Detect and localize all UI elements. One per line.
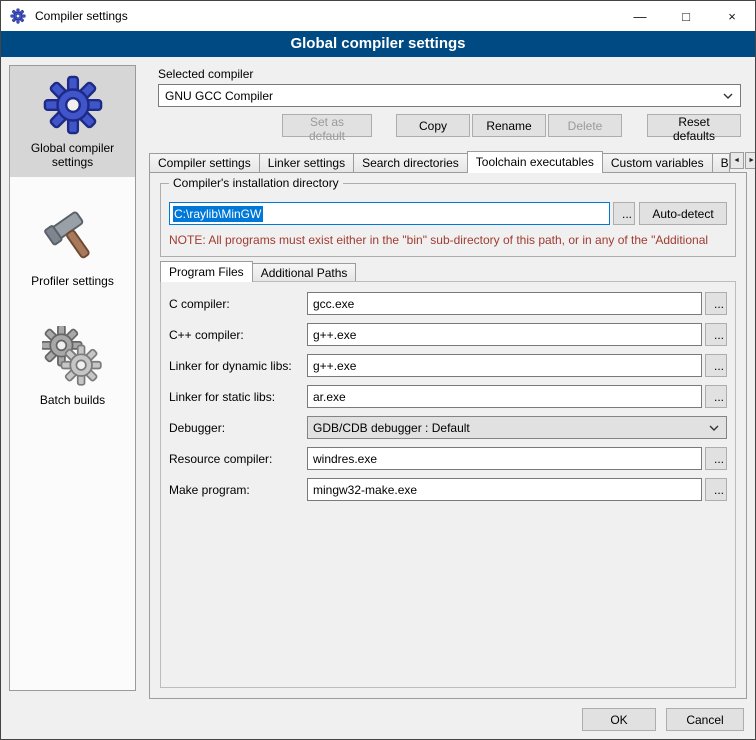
settings-notebook: Compiler settings Linker settings Search… (149, 150, 747, 699)
reset-defaults-button[interactable]: Reset defaults (647, 114, 741, 137)
dialog-header-title: Global compiler settings (1, 31, 755, 57)
tab-build-options[interactable]: Build options (712, 153, 730, 172)
field-value: g++.exe (313, 359, 356, 373)
window-title: Compiler settings (35, 9, 128, 23)
field-label: Linker for static libs: (169, 390, 307, 404)
tab-compiler-settings[interactable]: Compiler settings (149, 153, 260, 172)
programs-note: NOTE: All programs must exist either in … (169, 233, 734, 247)
linker-static-input[interactable]: ar.exe (307, 385, 702, 408)
browse-make-program-button[interactable]: ... (705, 478, 727, 501)
compiler-settings-dialog: Compiler settings — □ × Global compiler … (0, 0, 756, 740)
sidebar-item-label: Global compiler settings (12, 141, 133, 169)
field-value: g++.exe (313, 328, 356, 342)
hammer-icon (42, 207, 104, 269)
settings-category-list: Global compiler settings Profiler settin… (9, 65, 136, 691)
tab-toolchain-executables[interactable]: Toolchain executables (467, 151, 603, 173)
minimize-icon: — (634, 9, 647, 24)
gray-gears-icon (42, 326, 104, 388)
field-label: C++ compiler: (169, 328, 307, 342)
compiler-select[interactable]: GNU GCC Compiler (158, 84, 741, 107)
make-program-input[interactable]: mingw32-make.exe (307, 478, 702, 501)
sidebar-item-profiler-settings[interactable]: Profiler settings (10, 199, 135, 296)
left-arrow-icon: ◄ (733, 157, 740, 164)
app-icon (10, 8, 26, 24)
tab-scroll-right-button[interactable]: ► (745, 152, 756, 169)
field-value: mingw32-make.exe (313, 483, 417, 497)
field-row-make-program: Make program: mingw32-make.exe ... (169, 478, 727, 501)
compiler-select-value: GNU GCC Compiler (165, 89, 273, 103)
sidebar-item-global-compiler-settings[interactable]: Global compiler settings (10, 66, 135, 177)
sidebar-item-label: Batch builds (40, 393, 105, 407)
set-as-default-button: Set as default (282, 114, 372, 137)
sidebar-item-label: Profiler settings (31, 274, 114, 288)
field-row-cpp-compiler: C++ compiler: g++.exe ... (169, 323, 727, 346)
rename-button[interactable]: Rename (472, 114, 546, 137)
browse-install-dir-button[interactable]: ... (613, 202, 635, 225)
cancel-button[interactable]: Cancel (666, 708, 744, 731)
sidebar-item-batch-builds[interactable]: Batch builds (10, 318, 135, 415)
minimize-button[interactable]: — (617, 1, 663, 31)
field-label: C compiler: (169, 297, 307, 311)
copy-button[interactable]: Copy (396, 114, 470, 137)
field-label: Linker for dynamic libs: (169, 359, 307, 373)
program-files-page: C compiler: gcc.exe ... C++ compiler: g+… (160, 281, 736, 688)
delete-button: Delete (548, 114, 622, 137)
browse-c-compiler-button[interactable]: ... (705, 292, 727, 315)
field-row-resource-compiler: Resource compiler: windres.exe ... (169, 447, 727, 470)
dialog-footer: OK Cancel (582, 708, 744, 731)
toolchain-executables-page: Compiler's installation directory C:\ray… (149, 172, 747, 699)
ok-button[interactable]: OK (582, 708, 656, 731)
titlebar[interactable]: Compiler settings — □ × (1, 1, 755, 31)
right-arrow-icon: ► (748, 157, 755, 164)
tab-scroll-left-button[interactable]: ◄ (730, 152, 744, 169)
programs-notebook: Program Files Additional Paths C compile… (160, 260, 736, 688)
field-row-linker-static: Linker for static libs: ar.exe ... (169, 385, 727, 408)
tab-custom-variables[interactable]: Custom variables (602, 153, 713, 172)
field-row-debugger: Debugger: GDB/CDB debugger : Default (169, 416, 727, 439)
field-label: Resource compiler: (169, 452, 307, 466)
field-label: Debugger: (169, 421, 307, 435)
tab-additional-paths[interactable]: Additional Paths (252, 263, 357, 281)
installation-directory-input[interactable]: C:\raylib\MinGW (169, 202, 610, 225)
installation-directory-group: Compiler's installation directory C:\ray… (160, 183, 736, 257)
field-row-linker-dynamic: Linker for dynamic libs: g++.exe ... (169, 354, 727, 377)
browse-cpp-compiler-button[interactable]: ... (705, 323, 727, 346)
debugger-select[interactable]: GDB/CDB debugger : Default (307, 416, 727, 439)
tab-strip: Compiler settings Linker settings Search… (149, 150, 747, 172)
auto-detect-button[interactable]: Auto-detect (639, 202, 727, 225)
field-value: windres.exe (313, 452, 377, 466)
close-button[interactable]: × (709, 1, 755, 31)
tab-scroll-controls: ◄ ► (729, 152, 756, 169)
maximize-icon: □ (682, 9, 690, 24)
tab-search-directories[interactable]: Search directories (353, 153, 468, 172)
browse-linker-static-button[interactable]: ... (705, 385, 727, 408)
field-label: Make program: (169, 483, 307, 497)
c-compiler-input[interactable]: gcc.exe (307, 292, 702, 315)
main-panel: Selected compiler GNU GCC Compiler Set a… (147, 63, 749, 699)
field-value: GDB/CDB debugger : Default (313, 421, 470, 435)
installation-directory-value: C:\raylib\MinGW (173, 206, 263, 222)
inner-tab-strip: Program Files Additional Paths (160, 260, 736, 281)
close-icon: × (728, 9, 736, 24)
field-row-c-compiler: C compiler: gcc.exe ... (169, 292, 727, 315)
maximize-button[interactable]: □ (663, 1, 709, 31)
selected-compiler-label: Selected compiler (158, 67, 253, 81)
tab-linker-settings[interactable]: Linker settings (259, 153, 354, 172)
field-value: ar.exe (313, 390, 346, 404)
compiler-actions: Set as default Copy Rename Delete Reset … (158, 114, 741, 137)
group-title: Compiler's installation directory (169, 176, 343, 190)
cpp-compiler-input[interactable]: g++.exe (307, 323, 702, 346)
installation-directory-row: C:\raylib\MinGW ... Auto-detect (169, 202, 727, 225)
window-controls: — □ × (617, 1, 755, 31)
browse-linker-dynamic-button[interactable]: ... (705, 354, 727, 377)
chevron-down-icon (709, 425, 719, 431)
tab-program-files[interactable]: Program Files (160, 261, 253, 282)
browse-resource-compiler-button[interactable]: ... (705, 447, 727, 470)
blue-gear-icon (42, 74, 104, 136)
field-value: gcc.exe (313, 297, 354, 311)
resource-compiler-input[interactable]: windres.exe (307, 447, 702, 470)
chevron-down-icon (723, 93, 733, 99)
linker-dynamic-input[interactable]: g++.exe (307, 354, 702, 377)
